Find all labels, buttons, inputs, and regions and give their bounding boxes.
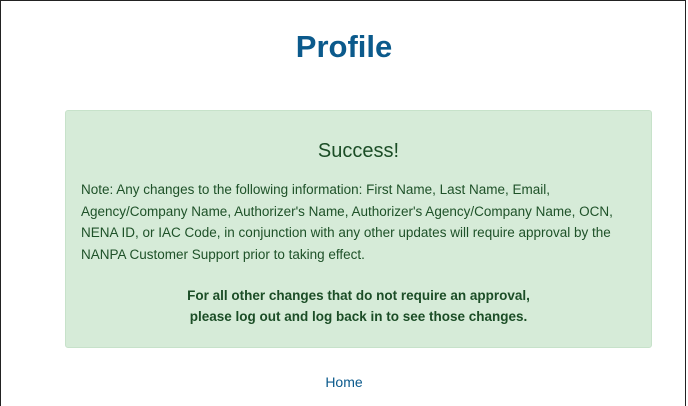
alert-emphasis-line-1: For all other changes that do not requir… xyxy=(187,288,530,303)
alert-note: Note: Any changes to the following infor… xyxy=(81,182,613,262)
page-title: Profile xyxy=(295,29,393,64)
success-alert: Success! Note: Any changes to the follow… xyxy=(65,110,652,348)
alert-emphasis-line-2: please log out and log back in to see th… xyxy=(189,309,528,324)
alert-heading: Success! xyxy=(317,140,400,162)
page-frame: Profile Success! Note: Any changes to th… xyxy=(0,0,686,406)
alert-emphasis: For all other changes that do not requir… xyxy=(66,285,651,327)
home-link[interactable]: Home xyxy=(1,373,687,391)
